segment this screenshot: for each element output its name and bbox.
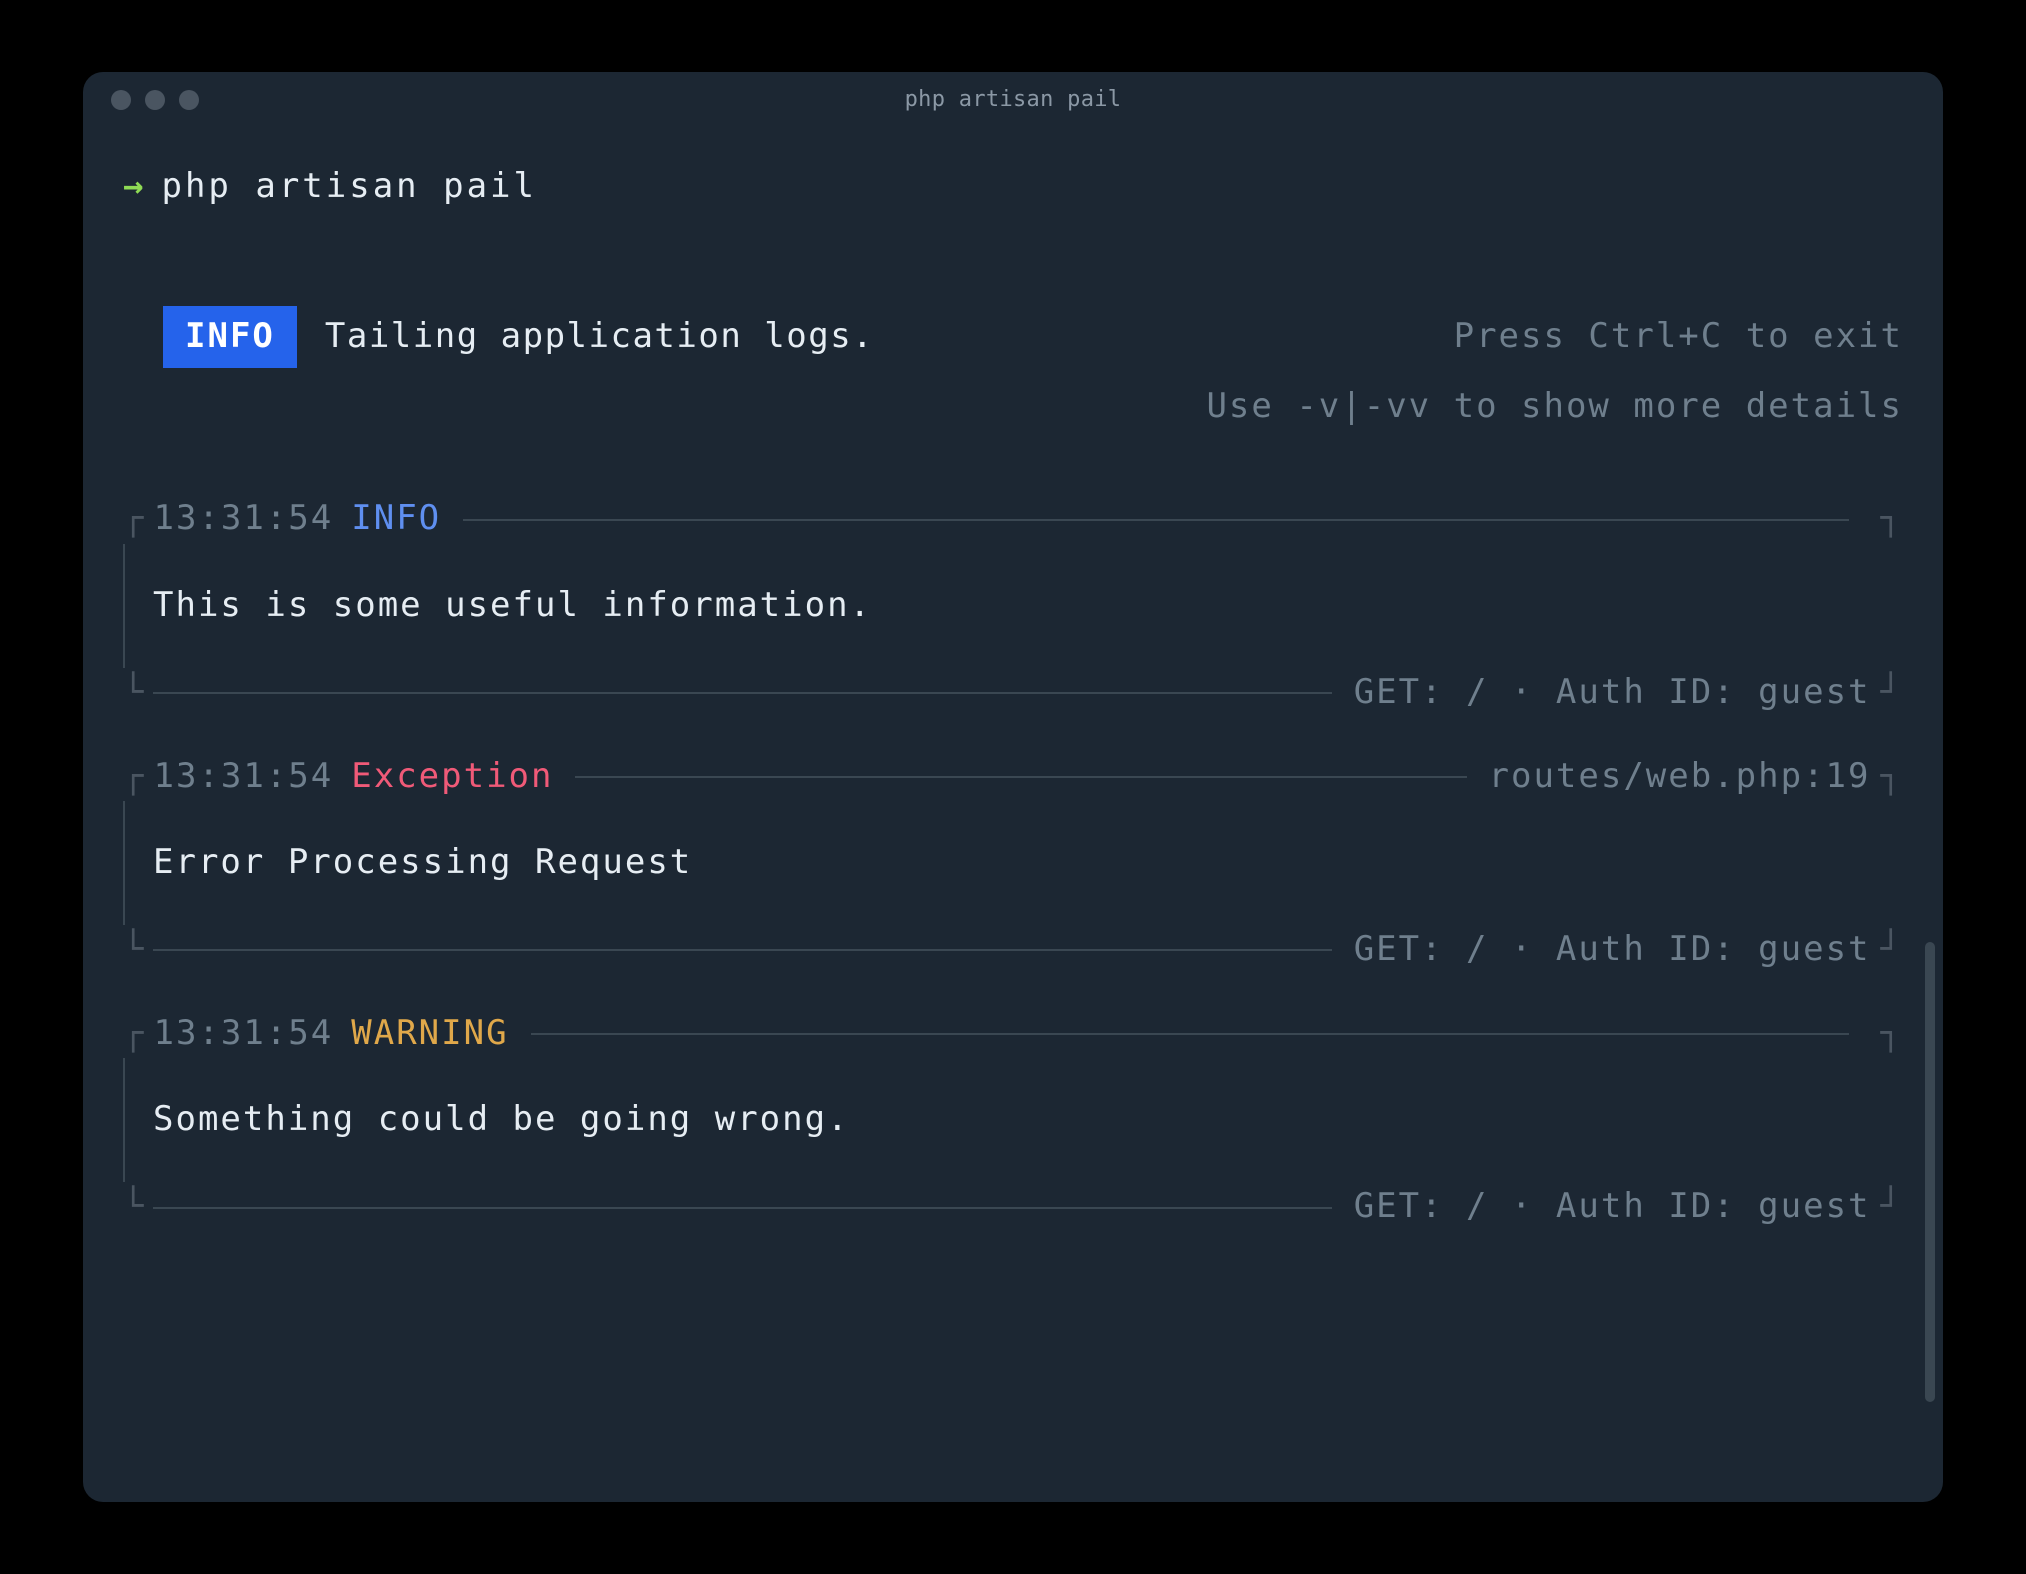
box-corner-icon: ┐: [1881, 494, 1903, 543]
status-badge: INFO: [163, 306, 297, 367]
exit-hint: Press Ctrl+C to exit: [1454, 312, 1903, 361]
log-message: Error Processing Request: [125, 796, 1903, 929]
prompt-line: → php artisan pail: [123, 162, 1903, 211]
window-title: php artisan pail: [83, 87, 1943, 112]
box-corner-icon: ┌: [123, 1009, 143, 1058]
log-level: Exception: [351, 752, 553, 801]
log-request-meta: GET: / · Auth ID: guest: [1354, 925, 1871, 974]
box-corner-icon: ┌: [123, 752, 143, 801]
prompt-command: php artisan pail: [161, 162, 537, 211]
titlebar: php artisan pail: [83, 72, 1943, 127]
terminal-window: php artisan pail → php artisan pail INFO…: [83, 72, 1943, 1502]
log-request-meta: GET: / · Auth ID: guest: [1354, 1182, 1871, 1231]
log-time: 13:31:54: [153, 1009, 333, 1058]
log-message: This is some useful information.: [125, 539, 1903, 672]
terminal-body[interactable]: → php artisan pail INFO Tailing applicat…: [83, 127, 1943, 1502]
box-corner-icon: └: [123, 668, 153, 717]
log-entry-footer: └ GET: / · Auth ID: guest ┘: [123, 672, 1903, 712]
log-entry: ┌ 13:31:54 Exception routes/web.php:19 ┐…: [123, 756, 1903, 969]
box-corner-icon: ┐: [1881, 752, 1903, 801]
box-corner-icon: └: [123, 925, 153, 974]
log-time: 13:31:54: [153, 494, 333, 543]
log-time: 13:31:54: [153, 752, 333, 801]
log-level: WARNING: [351, 1009, 508, 1058]
log-entry: ┌ 13:31:54 WARNING ┐ Something could be …: [123, 1013, 1903, 1226]
status-message: Tailing application logs.: [325, 312, 874, 361]
box-corner-icon: ┘: [1881, 668, 1903, 717]
box-corner-icon: ┘: [1881, 1182, 1903, 1231]
box-corner-icon: ┐: [1881, 1009, 1903, 1058]
verbose-hint: Use -v|-vv to show more details: [1206, 386, 1903, 426]
box-corner-icon: ┌: [123, 494, 143, 543]
log-entry-header: ┌ 13:31:54 WARNING ┐: [123, 1013, 1903, 1053]
log-request-meta: GET: / · Auth ID: guest: [1354, 668, 1871, 717]
log-entry-footer: └ GET: / · Auth ID: guest ┘: [123, 1187, 1903, 1227]
prompt-arrow-icon: →: [123, 162, 143, 211]
log-entry-footer: └ GET: / · Auth ID: guest ┘: [123, 929, 1903, 969]
log-source: routes/web.php:19: [1489, 752, 1871, 801]
box-corner-icon: └: [123, 1182, 153, 1231]
log-message: Something could be going wrong.: [125, 1053, 1903, 1186]
log-level: INFO: [351, 494, 441, 543]
status-block: INFO Tailing application logs. Press Ctr…: [123, 306, 1903, 431]
log-entry: ┌ 13:31:54 INFO ┐ This is some useful in…: [123, 499, 1903, 712]
box-corner-icon: ┘: [1881, 925, 1903, 974]
log-entry-header: ┌ 13:31:54 Exception routes/web.php:19 ┐: [123, 756, 1903, 796]
log-entry-header: ┌ 13:31:54 INFO ┐: [123, 499, 1903, 539]
log-entries: ┌ 13:31:54 INFO ┐ This is some useful in…: [123, 499, 1903, 1227]
scrollbar[interactable]: [1925, 942, 1935, 1402]
